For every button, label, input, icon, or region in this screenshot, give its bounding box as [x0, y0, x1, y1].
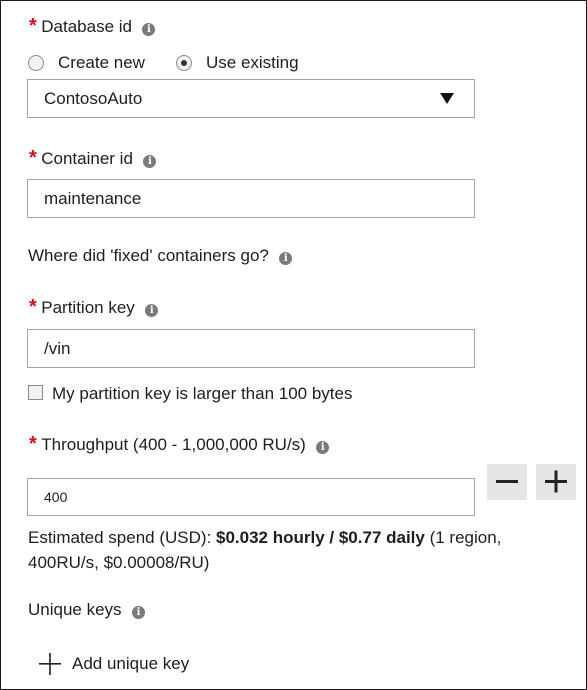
add-unique-key-label: Add unique key — [72, 654, 190, 673]
checkbox-icon[interactable] — [28, 384, 43, 400]
unique-keys-row: Unique keys i — [28, 600, 146, 620]
plus-icon — [39, 653, 61, 675]
info-icon[interactable]: i — [279, 252, 293, 265]
throughput-label: Throughput (400 - 1,000,000 RU/s) — [41, 435, 306, 454]
estimate-suffix: (1 region, — [424, 528, 502, 547]
database-select[interactable]: ContosoAuto — [27, 79, 475, 118]
database-id-label: Database id — [41, 17, 132, 36]
info-icon[interactable]: i — [145, 304, 159, 317]
create-new-label: Create new — [58, 53, 145, 72]
info-icon[interactable]: i — [316, 441, 330, 454]
info-icon[interactable]: i — [142, 23, 156, 36]
increase-throughput-button[interactable] — [536, 464, 576, 500]
database-select-value: ContosoAuto — [44, 89, 143, 108]
container-id-input[interactable]: maintenance — [27, 179, 475, 218]
estimate-prefix: Estimated spend (USD): — [28, 528, 217, 547]
database-id-row: * Database id i — [29, 15, 156, 38]
partition-key-row: * Partition key i — [29, 296, 159, 319]
container-id-value: maintenance — [44, 189, 142, 208]
throughput-input[interactable]: 400 — [27, 478, 475, 516]
info-icon[interactable]: i — [132, 606, 146, 619]
use-existing-label: Use existing — [206, 53, 299, 72]
dropdown-arrow-icon — [440, 93, 454, 104]
required-marker: * — [29, 296, 37, 318]
fixed-containers-link[interactable]: Where did 'fixed' containers go? — [28, 246, 269, 265]
use-existing-radio[interactable]: Use existing — [176, 53, 299, 73]
throughput-row: * Throughput (400 - 1,000,000 RU/s) i — [29, 433, 330, 456]
throughput-value: 400 — [44, 489, 68, 505]
create-new-radio[interactable]: Create new — [28, 53, 145, 73]
add-unique-key-button[interactable]: Add unique key — [39, 653, 189, 675]
plus-icon — [545, 470, 567, 493]
large-partition-key-label: My partition key is larger than 100 byte… — [52, 384, 353, 403]
radio-selected-icon[interactable] — [176, 55, 192, 71]
container-id-row: * Container id i — [29, 147, 157, 170]
container-id-label: Container id — [41, 149, 133, 168]
partition-key-value: /vin — [44, 339, 71, 358]
estimated-spend: Estimated spend (USD): $0.032 hourly / $… — [28, 525, 568, 575]
estimate-details: 400RU/s, $0.00008/RU) — [28, 553, 210, 572]
partition-key-input[interactable]: /vin — [27, 329, 475, 368]
unique-keys-label: Unique keys — [28, 600, 122, 619]
required-marker: * — [29, 433, 37, 455]
partition-key-label: Partition key — [41, 298, 135, 317]
required-marker: * — [29, 147, 37, 169]
minus-icon — [496, 480, 518, 483]
decrease-throughput-button[interactable] — [487, 464, 527, 500]
required-marker: * — [29, 15, 37, 37]
radio-unselected-icon[interactable] — [28, 55, 44, 71]
estimate-amount: $0.032 hourly / $0.77 daily — [216, 528, 425, 547]
info-icon[interactable]: i — [143, 155, 157, 168]
large-partition-key-checkbox-row[interactable]: My partition key is larger than 100 byte… — [28, 382, 353, 403]
fixed-containers-row: Where did 'fixed' containers go? i — [28, 246, 293, 266]
